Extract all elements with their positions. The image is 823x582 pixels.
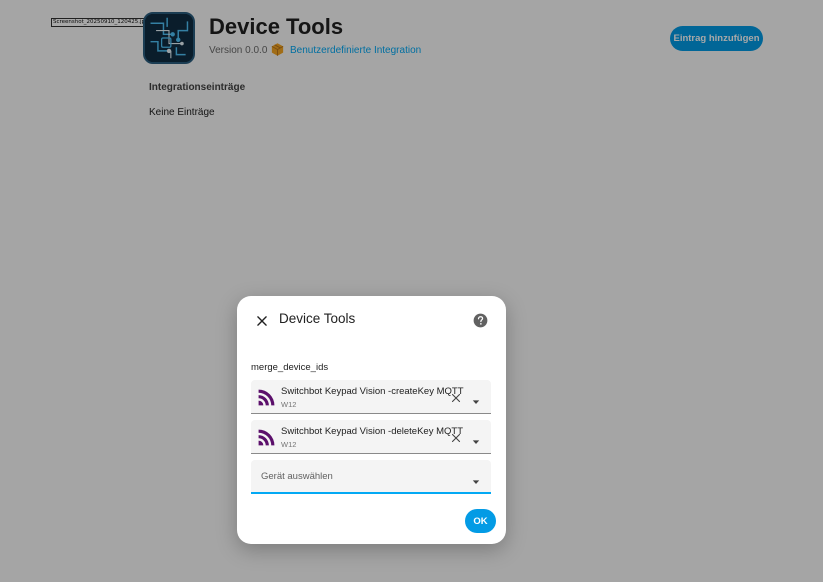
device-picker-input[interactable]: Gerät auswählen — [251, 460, 491, 494]
device-select-field[interactable]: Switchbot Keypad Vision -createKey MQTT … — [251, 380, 491, 414]
help-circle-icon[interactable] — [473, 313, 488, 328]
device-name: Switchbot Keypad Vision -deleteKey MQTT — [281, 426, 463, 437]
dialog-title: Device Tools — [279, 311, 356, 326]
rss-feed-icon — [257, 388, 276, 407]
device-picker-placeholder: Gerät auswählen — [261, 471, 333, 482]
menu-down-icon[interactable] — [472, 473, 480, 484]
ok-button[interactable]: OK — [465, 509, 496, 533]
device-area: W12 — [281, 440, 297, 449]
menu-down-icon[interactable] — [472, 433, 480, 444]
rss-feed-icon — [257, 428, 276, 447]
close-icon[interactable] — [253, 312, 271, 330]
clear-icon[interactable] — [450, 431, 462, 443]
device-name: Switchbot Keypad Vision -createKey MQTT — [281, 386, 464, 397]
field-label: merge_device_ids — [251, 362, 329, 373]
device-area: W12 — [281, 400, 297, 409]
menu-down-icon[interactable] — [472, 393, 480, 404]
config-dialog: Device Tools merge_device_ids Switchbot … — [237, 296, 506, 544]
clear-icon[interactable] — [450, 391, 462, 403]
device-select-field[interactable]: Switchbot Keypad Vision -deleteKey MQTT … — [251, 420, 491, 454]
